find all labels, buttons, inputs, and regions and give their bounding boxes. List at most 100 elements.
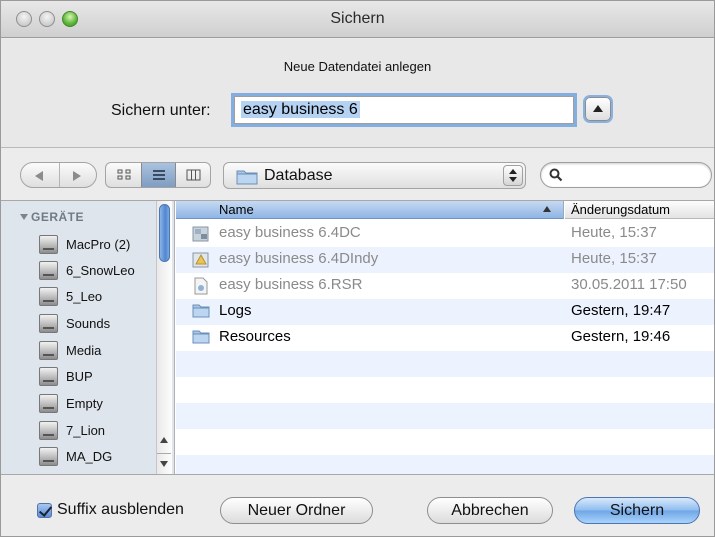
resource-file-icon — [194, 277, 208, 295]
dialog-footer: Suffix ausblenden Neuer Ordner Abbrechen… — [1, 476, 714, 536]
column-label: Name — [219, 202, 254, 217]
empty-row — [176, 455, 714, 474]
sidebar-item-media[interactable]: Media — [39, 339, 157, 363]
file-name: easy business 6.RSR — [219, 276, 363, 293]
save-button[interactable]: Sichern — [574, 497, 700, 524]
hide-extension-label[interactable]: Suffix ausblenden — [57, 501, 184, 519]
disclosure-triangle-icon — [20, 214, 28, 220]
search-field[interactable] — [540, 162, 712, 188]
sidebar-item-5-leo[interactable]: 5_Leo — [39, 285, 157, 309]
4d-component-icon — [192, 226, 209, 242]
sidebar-item-label: Empty — [66, 396, 103, 411]
folder-icon — [192, 304, 210, 318]
divider — [59, 163, 60, 187]
sidebar-scrollbar[interactable] — [156, 201, 172, 474]
file-browser: GERÄTE MacPro (2) 6_SnowLeo 5_Leo Sounds… — [1, 200, 714, 475]
column-header: Name Änderungsdatum — [176, 201, 714, 219]
empty-row — [176, 429, 714, 455]
sidebar-section-devices[interactable]: GERÄTE — [20, 210, 84, 224]
sidebar-item-label: Media — [66, 343, 102, 358]
divider — [1, 147, 714, 148]
sidebar-item-empty[interactable]: Empty — [39, 392, 157, 416]
divider — [157, 453, 171, 454]
location-popup[interactable]: Database — [223, 162, 526, 189]
drive-icon — [39, 367, 58, 386]
popup-arrows-icon — [503, 165, 523, 186]
drive-icon — [39, 394, 58, 413]
scroll-down-arrow-icon[interactable] — [160, 461, 168, 467]
sidebar-item-label: 5_Leo — [66, 289, 103, 304]
sidebar-item-label: 6_SnowLeo — [66, 263, 135, 278]
file-date: Heute, 15:37 — [571, 250, 657, 267]
file-name: Resources — [219, 328, 291, 345]
sidebar-item-label: Sounds — [66, 316, 111, 331]
file-date: Gestern, 19:47 — [571, 302, 671, 319]
empty-row — [176, 403, 714, 429]
empty-row — [176, 377, 714, 403]
4d-indy-icon — [192, 252, 209, 268]
icon-view-button[interactable] — [106, 163, 141, 187]
title-bar: Sichern — [1, 1, 714, 38]
sidebar-item-label: MA_DG — [66, 449, 113, 464]
column-view-button[interactable] — [176, 163, 210, 187]
folder-row[interactable]: Resources Gestern, 19:46 — [176, 325, 714, 351]
sidebar-section-label: GERÄTE — [31, 210, 85, 224]
scroll-thumb[interactable] — [159, 204, 170, 262]
drive-icon — [39, 314, 58, 333]
sidebar-item-sounds[interactable]: Sounds — [39, 312, 157, 336]
sidebar-item-ma-dg[interactable]: MA_DG — [39, 445, 157, 469]
location-label: Database — [264, 167, 333, 184]
hide-extension-checkbox[interactable] — [37, 503, 52, 518]
window-title: Sichern — [330, 10, 385, 27]
columns-icon — [186, 169, 201, 181]
empty-row — [176, 351, 714, 377]
drive-icon — [39, 261, 58, 280]
sidebar-item-label: MacPro (2) — [66, 237, 131, 252]
file-date: 30.05.2011 17:50 — [571, 276, 687, 293]
search-icon — [549, 168, 563, 182]
file-row: easy business 6.4DC Heute, 15:37 — [176, 221, 714, 247]
drive-icon — [39, 235, 58, 254]
drive-icon — [39, 421, 58, 440]
save-as-label: Sichern unter: — [111, 102, 211, 119]
sidebar-item-7-lion[interactable]: 7_Lion — [39, 419, 157, 443]
icon-grid-icon — [117, 169, 130, 180]
list-lines-icon — [152, 170, 165, 180]
folder-row[interactable]: Logs Gestern, 19:47 — [176, 299, 714, 325]
folder-icon — [192, 330, 210, 344]
drive-icon — [39, 447, 58, 466]
folder-icon — [236, 170, 258, 185]
collapse-dialog-button[interactable] — [585, 97, 611, 121]
name-column-header[interactable]: Name — [176, 201, 564, 219]
sidebar-item-label: 7_Lion — [66, 423, 106, 438]
new-folder-button[interactable]: Neuer Ordner — [220, 497, 373, 524]
scroll-up-arrow-icon[interactable] — [160, 437, 168, 443]
file-name: Logs — [219, 302, 252, 319]
file-date: Gestern, 19:46 — [571, 328, 671, 345]
drive-icon — [39, 287, 58, 306]
file-name: easy business 6.4DIndy — [219, 250, 379, 267]
forward-arrow-icon[interactable] — [73, 171, 81, 181]
navigation-buttons — [20, 162, 97, 188]
cancel-button[interactable]: Abbrechen — [427, 497, 553, 524]
list-view-button[interactable] — [141, 163, 176, 187]
save-header: Neue Datendatei anlegen Sichern unter: e… — [1, 39, 714, 147]
date-column-header[interactable]: Änderungsdatum — [565, 201, 714, 219]
sidebar: GERÄTE MacPro (2) 6_SnowLeo 5_Leo Sounds… — [1, 201, 175, 474]
sort-ascending-icon — [543, 206, 551, 212]
view-mode-selector — [105, 162, 211, 188]
sidebar-item-bup[interactable]: BUP — [39, 365, 157, 389]
save-dialog: Sichern Neue Datendatei anlegen Sichern … — [0, 0, 715, 537]
sidebar-item-label: BUP — [66, 369, 93, 384]
back-arrow-icon[interactable] — [35, 171, 43, 181]
sidebar-item-macpro[interactable]: MacPro (2) — [39, 233, 157, 257]
file-name: easy business 6.4DC — [219, 224, 361, 241]
sidebar-item-6-snowleo[interactable]: 6_SnowLeo — [39, 259, 157, 283]
dialog-message: Neue Datendatei anlegen — [283, 59, 432, 74]
save-as-value: easy business 6 — [241, 101, 360, 118]
save-as-field[interactable]: easy business 6 — [234, 96, 574, 124]
file-date: Heute, 15:37 — [571, 224, 657, 241]
file-row: easy business 6.4DIndy Heute, 15:37 — [176, 247, 714, 273]
column-label: Änderungsdatum — [571, 202, 671, 217]
drive-icon — [39, 341, 58, 360]
